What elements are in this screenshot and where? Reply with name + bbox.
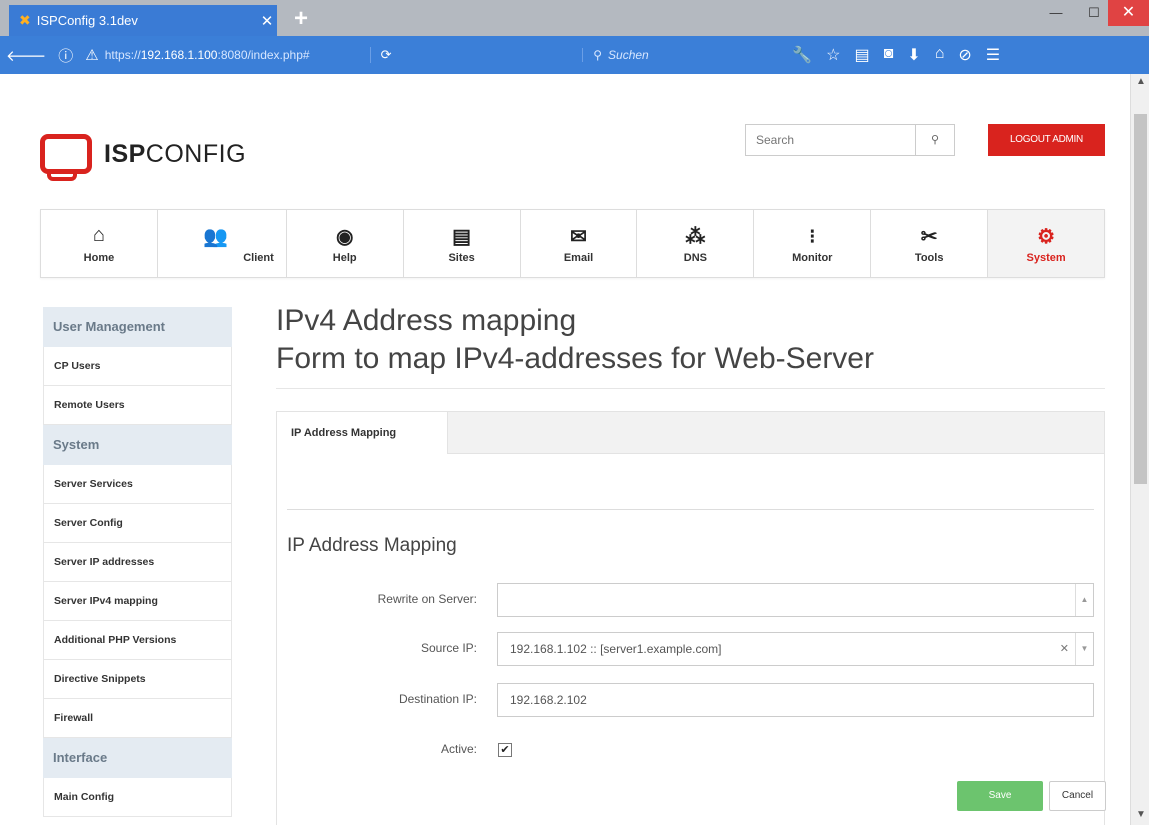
title-divider [276, 388, 1105, 389]
download-icon[interactable]: ⬇ [907, 45, 920, 65]
nav-sites[interactable]: ▤ Sites [404, 210, 521, 277]
pocket-icon[interactable]: ◙ [884, 45, 894, 65]
nav-tools[interactable]: ✂ Tools [871, 210, 989, 277]
logout-button[interactable]: LOGOUT ADMIN [988, 124, 1105, 156]
tab-title: ISPConfig 3.1dev [36, 13, 138, 28]
scroll-down-icon[interactable]: ▼ [1136, 809, 1146, 820]
nav-help[interactable]: ◉ Help [287, 210, 404, 277]
network-icon: ⁂ [685, 225, 706, 248]
search-icon: ⚲ [593, 48, 603, 62]
section-title: IP Address Mapping [287, 535, 457, 556]
lock-warning-icon[interactable]: ⚠ [79, 46, 104, 64]
reader-icon[interactable]: ▤ [855, 45, 870, 65]
home-icon: ⌂ [92, 223, 105, 246]
tab-bar: IP Address Mapping [277, 412, 1104, 454]
sidebar-item-firewall[interactable]: Firewall [43, 699, 232, 738]
traffic-icon: ⁝ [809, 225, 816, 248]
menu-icon[interactable]: ☰ [986, 45, 1000, 65]
nav-monitor[interactable]: ⁝ Monitor [754, 210, 872, 277]
sidebar-group-user-management: User Management [43, 307, 232, 347]
section-divider [287, 509, 1094, 510]
main-navigation: ⌂ Home 👥 Client ◉ Help ▤ Sites ✉ Email ⁂ DNS ⁝… [40, 209, 1105, 278]
sidebar-item-main-config[interactable]: Main Config [43, 778, 232, 817]
window-maximize-button[interactable]: ☐ [1076, 0, 1112, 26]
clear-icon[interactable]: ✕ [1060, 633, 1069, 665]
back-icon[interactable]: 🡐 [0, 46, 52, 65]
sidebar: User Management CP Users Remote Users Sy… [43, 307, 232, 817]
page-subtitle: Form to map IPv4-addresses for Web-Serve… [276, 342, 874, 375]
nav-system[interactable]: ⚙ System [988, 210, 1105, 277]
sidebar-group-system: System [43, 425, 232, 465]
nav-client[interactable]: 👥 Client [158, 210, 287, 277]
sidebar-group-interface: Interface [43, 738, 232, 778]
page-scrollbar[interactable]: ▲ ▼ [1130, 74, 1149, 825]
checkmark-icon: ✔ [500, 744, 510, 756]
form-panel: IP Address Mapping IP Address Mapping Re… [276, 411, 1106, 825]
scrollbar-thumb[interactable] [1134, 114, 1147, 484]
window-icon: ▤ [452, 225, 472, 248]
envelope-icon: ✉ [570, 225, 587, 248]
cancel-button[interactable]: Cancel [1049, 781, 1106, 811]
rewrite-on-server-select[interactable]: ▲ [497, 583, 1094, 617]
sidebar-item-server-ip-addresses[interactable]: Server IP addresses [43, 543, 232, 582]
logo-text: ISPCONFIG [104, 139, 247, 168]
shield-icon[interactable]: ⊘ [958, 45, 971, 65]
browser-titlebar: ✖ ISPConfig 3.1dev ✕ + — ☐ ✕ [0, 0, 1149, 36]
sidebar-item-cp-users[interactable]: CP Users [43, 347, 232, 386]
browser-toolbar: 🡐 ⓘ ⚠ https://192.168.1.100:8080/index.p… [0, 36, 1149, 74]
chevron-down-icon[interactable]: ▼ [1075, 633, 1093, 665]
sidebar-item-server-services[interactable]: Server Services [43, 465, 232, 504]
search-input[interactable] [745, 124, 915, 156]
window-close-button[interactable]: ✕ [1108, 0, 1149, 26]
star-icon[interactable]: ☆ [826, 45, 840, 65]
logo-icon [40, 134, 92, 181]
nav-email[interactable]: ✉ Email [521, 210, 638, 277]
destination-ip-input[interactable]: 192.168.2.102 [497, 683, 1094, 717]
sidebar-item-server-config[interactable]: Server Config [43, 504, 232, 543]
source-ip-label: Source IP: [420, 641, 477, 655]
sidebar-item-additional-php-versions[interactable]: Additional PHP Versions [43, 621, 232, 660]
tools-icon: ✂ [920, 225, 938, 248]
nav-dns[interactable]: ⁂ DNS [637, 210, 755, 277]
source-ip-value: 192.168.1.102 :: [server1.example.com] [510, 642, 722, 656]
url-bar[interactable]: ⓘ ⚠ https://192.168.1.100:8080/index.php… [52, 42, 582, 68]
chevron-down-icon[interactable]: ▲ [1075, 584, 1093, 616]
tab-ip-address-mapping[interactable]: IP Address Mapping [277, 412, 448, 454]
page-content: ISPCONFIG ⚲ LOGOUT ADMIN ⌂Home 👥Client ◉… [0, 74, 1130, 825]
new-tab-button[interactable]: + [286, 6, 316, 34]
source-ip-select[interactable]: 192.168.1.102 :: [server1.example.com] ✕… [497, 632, 1094, 666]
tab-close-icon[interactable]: ✕ [257, 12, 277, 30]
scroll-up-icon[interactable]: ▲ [1136, 76, 1146, 87]
window-minimize-button[interactable]: — [1038, 0, 1074, 26]
browser-tools: 🔧 ☆ ▤ ◙ ⬇ ⌂ ⊘ ☰ [792, 45, 1000, 65]
browser-tab[interactable]: ✖ ISPConfig 3.1dev ✕ [9, 5, 277, 36]
search-button[interactable]: ⚲ [915, 124, 955, 156]
favicon-icon: ✖ [19, 12, 31, 28]
page-title: IPv4 Address mapping [276, 304, 577, 337]
active-checkbox[interactable]: ✔ [498, 743, 512, 757]
info-icon[interactable]: ⓘ [52, 45, 79, 66]
sidebar-item-remote-users[interactable]: Remote Users [43, 386, 232, 425]
destination-ip-label: Destination IP: [398, 692, 477, 706]
search-icon: ⚲ [930, 134, 940, 146]
browser-search-bar[interactable]: ⚲ Suchen [582, 48, 752, 62]
browser-search-placeholder: Suchen [608, 48, 649, 62]
users-icon: 👥 [203, 225, 229, 248]
save-button[interactable]: Save [957, 781, 1043, 811]
sidebar-item-server-ipv4-mapping[interactable]: Server IPv4 mapping [43, 582, 232, 621]
active-label: Active: [440, 742, 477, 756]
lifebuoy-icon: ◉ [336, 225, 354, 248]
rewrite-on-server-label: Rewrite on Server: [377, 592, 477, 606]
reload-icon[interactable]: ⟳ [369, 47, 402, 63]
sidebar-item-directive-snippets[interactable]: Directive Snippets [43, 660, 232, 699]
gear-icon: ⚙ [1037, 225, 1056, 248]
ispconfig-logo[interactable]: ISPCONFIG [40, 134, 247, 181]
wrench-icon[interactable]: 🔧 [792, 45, 812, 65]
url-text: https://192.168.1.100:8080/index.php# [104, 48, 310, 62]
home-icon[interactable]: ⌂ [935, 45, 945, 65]
nav-home[interactable]: ⌂ Home [41, 210, 158, 277]
destination-ip-value: 192.168.2.102 [510, 693, 587, 707]
